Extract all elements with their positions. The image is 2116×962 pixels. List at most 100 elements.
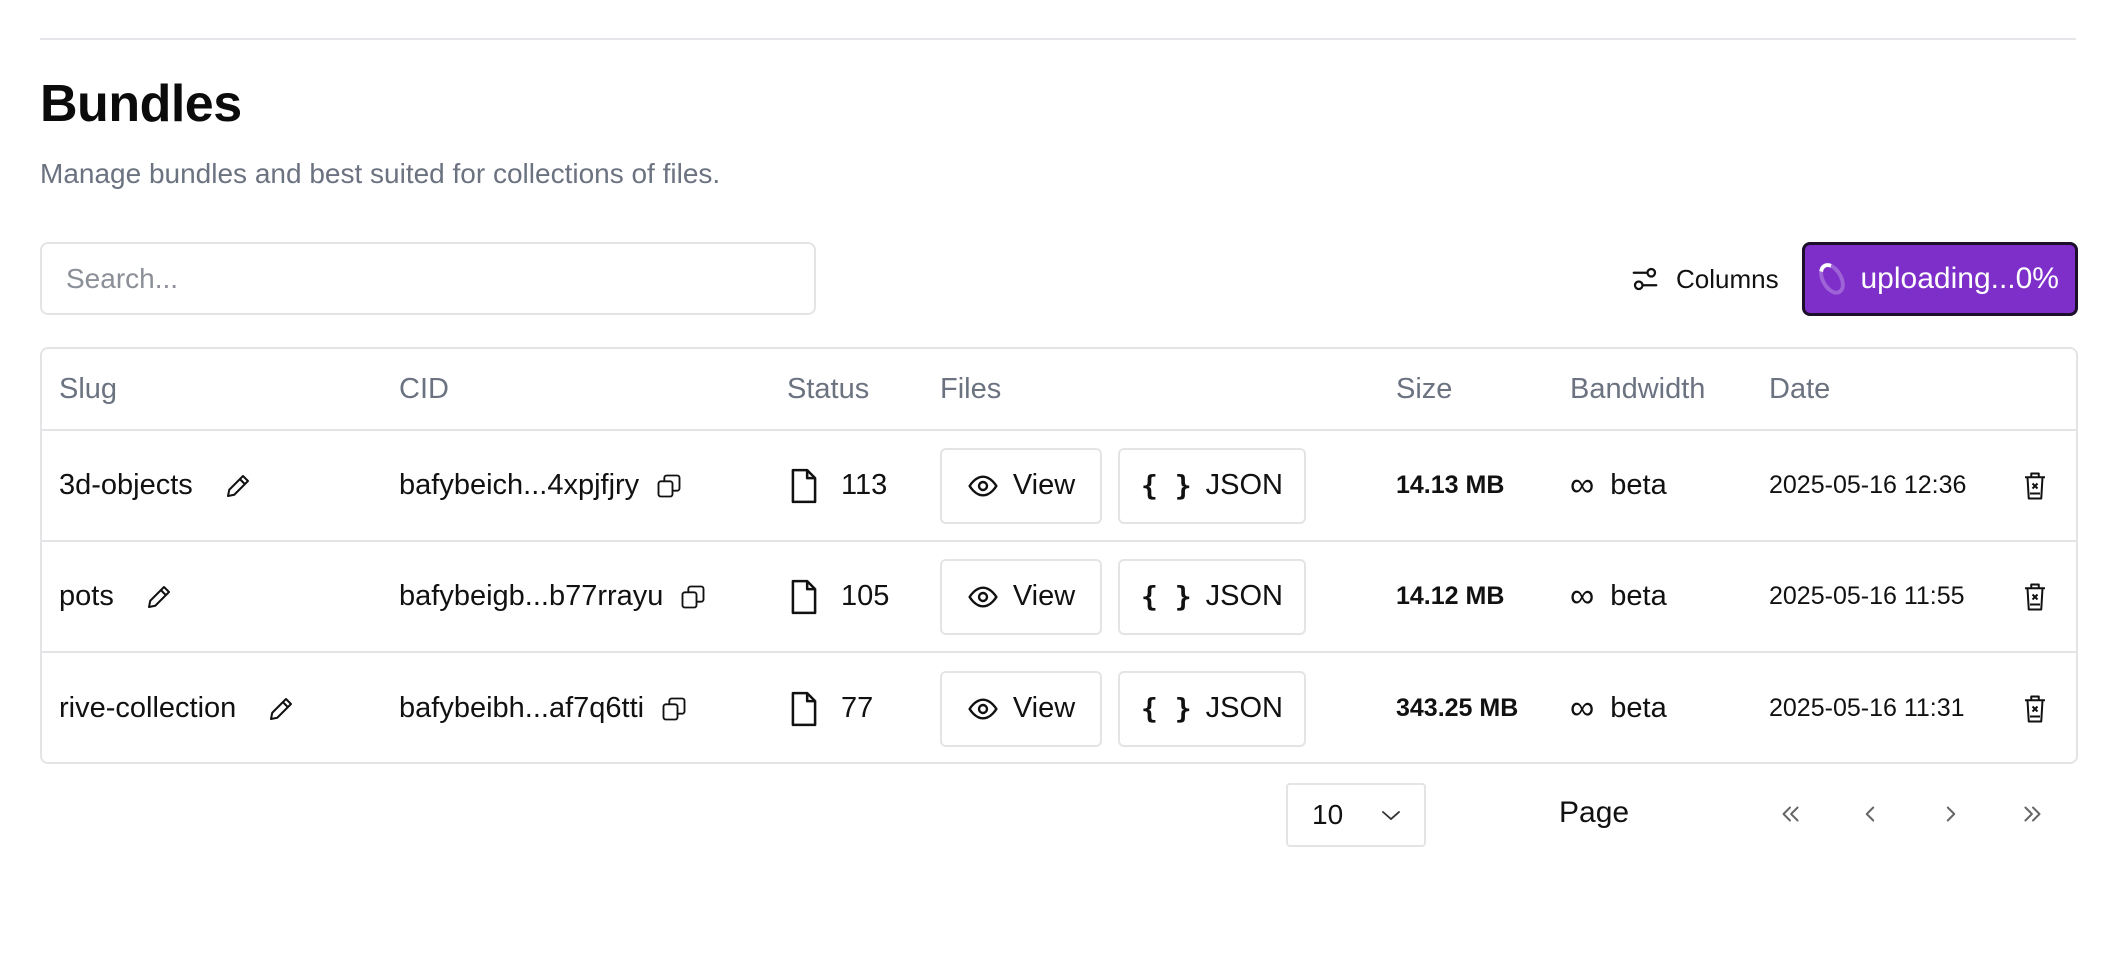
- column-header-bandwidth[interactable]: Bandwidth: [1570, 349, 1705, 429]
- bandwidth-cell: ∞ beta: [1570, 653, 1667, 762]
- pencil-icon[interactable]: [266, 694, 296, 724]
- column-header-date[interactable]: Date: [1769, 349, 1830, 429]
- view-button[interactable]: View: [940, 558, 1102, 635]
- date-cell: 2025-05-16 11:55: [1769, 542, 1965, 651]
- table-row: rive-collection bafybeibh...af7q6tti 77 …: [42, 653, 2076, 762]
- file-icon: [791, 579, 817, 614]
- column-header-status[interactable]: Status: [787, 349, 869, 429]
- size-cell: 14.13 MB: [1396, 431, 1504, 540]
- column-header-files[interactable]: Files: [940, 349, 1001, 429]
- view-button[interactable]: View: [940, 447, 1102, 524]
- braces-icon: { }: [1141, 580, 1192, 613]
- json-label: JSON: [1205, 469, 1283, 501]
- table-row: pots bafybeigb...b77rrayu 105 View { } J…: [42, 542, 2076, 653]
- previous-page-button[interactable]: [1850, 794, 1890, 834]
- delete-cell: [2022, 653, 2048, 762]
- date-text: 2025-05-16 11:55: [1769, 582, 1965, 610]
- table-header-row: Slug CID Status Files Size Bandwidth Dat…: [42, 349, 2076, 431]
- size-text: 14.13 MB: [1396, 471, 1505, 499]
- view-label: View: [1012, 580, 1076, 612]
- json-label: JSON: [1205, 580, 1283, 612]
- pencil-icon[interactable]: [144, 582, 174, 612]
- search-input[interactable]: [40, 242, 816, 315]
- page-size-value: 10: [1312, 799, 1344, 830]
- slug-text: 3d-objects: [59, 469, 193, 501]
- previous-page-icon: [1865, 806, 1875, 822]
- chevron-down-icon: [1382, 811, 1400, 821]
- bundles-page: Bundles Manage bundles and best suited f…: [0, 0, 2116, 962]
- date-cell: 2025-05-16 12:36: [1769, 431, 1966, 540]
- column-header-cid[interactable]: CID: [399, 349, 449, 429]
- page-subtitle: Manage bundles and best suited for colle…: [40, 158, 721, 189]
- divider: [40, 38, 2076, 40]
- json-button[interactable]: { } JSON: [1118, 447, 1306, 524]
- cid-text: bafybeibh...af7q6tti: [399, 692, 645, 724]
- copy-icon[interactable]: [679, 583, 707, 611]
- eye-icon: [968, 697, 998, 720]
- bundles-table: Slug CID Status Files Size Bandwidth Dat…: [40, 347, 2078, 764]
- status-cell: 113: [787, 431, 887, 540]
- files-cell: View { } JSON: [940, 431, 1306, 540]
- page-size-select[interactable]: 10: [1286, 783, 1426, 847]
- file-icon: [791, 468, 817, 503]
- slug-text: pots: [59, 580, 114, 612]
- column-header-size[interactable]: Size: [1396, 349, 1452, 429]
- slug-cell: 3d-objects: [59, 431, 253, 540]
- copy-icon[interactable]: [655, 472, 683, 500]
- cid-text: bafybeich...4xpjfjry: [399, 469, 640, 501]
- table-row: 3d-objects bafybeich...4xpjfjry 113 View…: [42, 431, 2076, 542]
- sliders-icon: [1632, 267, 1658, 291]
- bandwidth-cell: ∞ beta: [1570, 542, 1667, 651]
- braces-icon: { }: [1141, 692, 1192, 725]
- last-page-button[interactable]: [2013, 794, 2053, 834]
- json-button[interactable]: { } JSON: [1118, 670, 1306, 747]
- file-count: 77: [841, 692, 874, 724]
- cid-cell: bafybeibh...af7q6tti: [399, 653, 688, 762]
- first-page-icon: [1782, 806, 1799, 822]
- infinity-icon: ∞: [1570, 466, 1595, 504]
- bandwidth-text: beta: [1610, 580, 1667, 612]
- infinity-icon: ∞: [1570, 689, 1595, 727]
- eye-icon: [968, 585, 998, 608]
- file-icon: [791, 691, 817, 726]
- columns-label: Columns: [1676, 263, 1779, 294]
- slug-cell: rive-collection: [59, 653, 296, 762]
- pencil-icon[interactable]: [223, 471, 253, 501]
- size-text: 14.12 MB: [1396, 582, 1505, 610]
- date-cell: 2025-05-16 11:31: [1769, 653, 1965, 762]
- cid-text: bafybeigb...b77rrayu: [399, 580, 664, 612]
- slug-text: rive-collection: [59, 692, 237, 724]
- next-page-icon: [1946, 806, 1956, 822]
- bandwidth-cell: ∞ beta: [1570, 431, 1667, 540]
- date-text: 2025-05-16 12:36: [1769, 471, 1967, 499]
- upload-button[interactable]: uploading...0%: [1802, 242, 2078, 316]
- next-page-button[interactable]: [1931, 794, 1971, 834]
- column-header-slug[interactable]: Slug: [59, 349, 117, 429]
- delete-cell: [2022, 542, 2048, 651]
- view-label: View: [1012, 469, 1076, 501]
- trash-icon[interactable]: [2022, 694, 2048, 724]
- copy-icon[interactable]: [660, 695, 688, 723]
- columns-button[interactable]: Columns: [1622, 248, 1792, 310]
- page-title: Bundles: [40, 75, 242, 133]
- bandwidth-text: beta: [1610, 692, 1667, 724]
- status-cell: 105: [787, 542, 889, 651]
- view-button[interactable]: View: [940, 670, 1102, 747]
- size-text: 343.25 MB: [1396, 694, 1519, 722]
- json-label: JSON: [1205, 692, 1283, 724]
- size-cell: 14.12 MB: [1396, 542, 1504, 651]
- page-label: Page: [1559, 796, 1630, 829]
- upload-status-label: uploading...0%: [1860, 262, 2060, 295]
- file-count: 105: [841, 580, 890, 612]
- first-page-button[interactable]: [1770, 794, 1810, 834]
- delete-cell: [2022, 431, 2048, 540]
- view-label: View: [1012, 692, 1076, 724]
- trash-icon[interactable]: [2022, 582, 2048, 612]
- status-cell: 77: [787, 653, 874, 762]
- eye-icon: [968, 474, 998, 497]
- date-text: 2025-05-16 11:31: [1769, 694, 1965, 722]
- infinity-icon: ∞: [1570, 577, 1595, 615]
- json-button[interactable]: { } JSON: [1118, 558, 1306, 635]
- loading-spinner-icon: [1813, 258, 1850, 300]
- trash-icon[interactable]: [2022, 471, 2048, 501]
